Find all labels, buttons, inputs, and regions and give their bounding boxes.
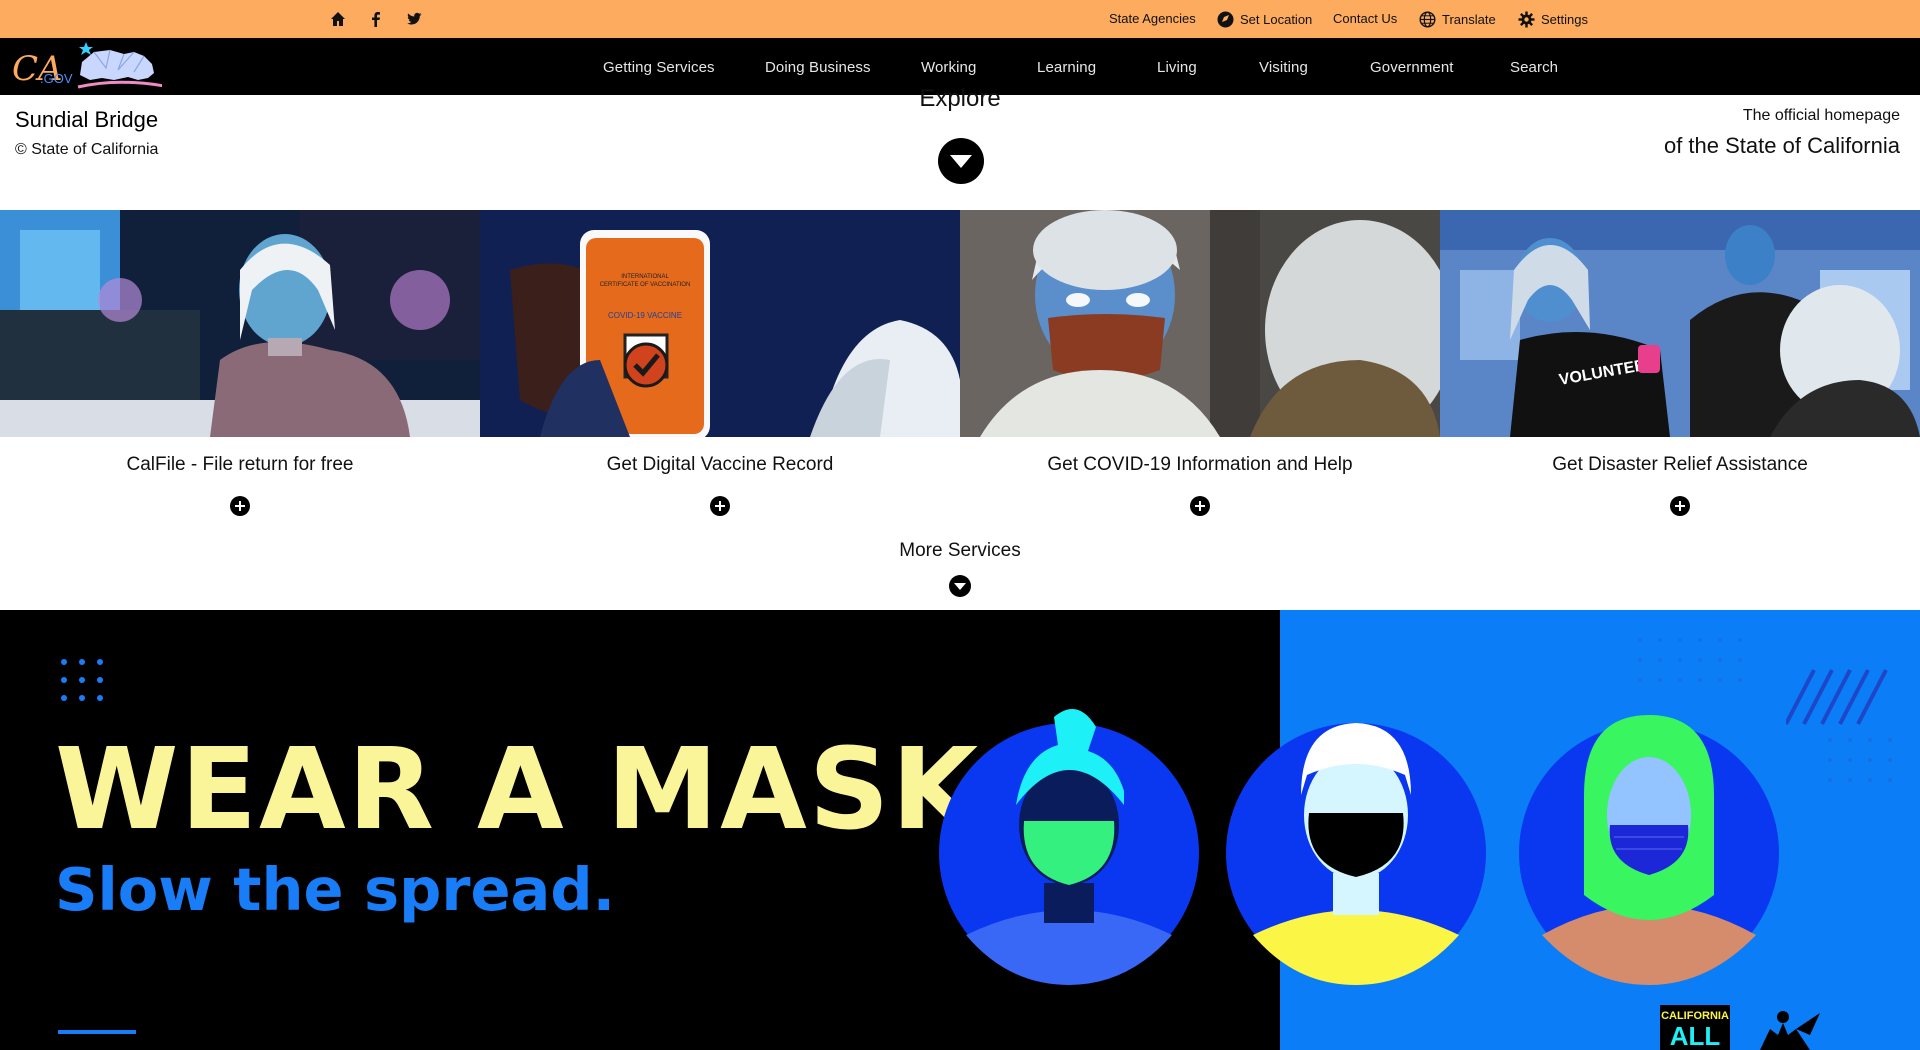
state-agencies-label: State Agencies: [1109, 11, 1196, 26]
image-caption-copyright: © State of California: [15, 141, 159, 158]
service-cards: CalFile - File return for free INTERNATI…: [0, 210, 1920, 610]
service-card-title[interactable]: Get COVID-19 Information and Help: [960, 454, 1440, 476]
svg-text:.GOV: .GOV: [40, 71, 73, 86]
gear-icon: [1518, 11, 1535, 28]
service-card-title[interactable]: CalFile - File return for free: [0, 454, 480, 476]
location-icon: [1217, 11, 1234, 28]
masked-person-2-illustration: [1226, 723, 1486, 985]
explore-label: Explore: [919, 85, 1001, 112]
more-services-link[interactable]: More Services: [0, 540, 1920, 562]
official-homepage-line2: of the State of California: [1663, 133, 1900, 158]
svg-text:COVID-19 VACCINE: COVID-19 VACCINE: [608, 311, 682, 320]
banner-subhead: Slow the spread.: [55, 855, 615, 924]
translate-link[interactable]: Translate: [1419, 11, 1496, 28]
service-card-title[interactable]: Get Digital Vaccine Record: [480, 454, 960, 476]
expand-plus-icon[interactable]: [1190, 496, 1210, 516]
official-homepage-line1: The official homepage: [1742, 107, 1900, 124]
translate-label: Translate: [1442, 12, 1496, 27]
nav-doing-business[interactable]: Doing Business: [765, 59, 871, 76]
stripe-decoration: [1786, 669, 1888, 725]
state-agencies-link[interactable]: State Agencies: [1109, 11, 1196, 26]
explore-chevron-down-icon[interactable]: [938, 138, 984, 184]
disaster-relief-photo: VOLUNTEER: [1440, 210, 1920, 437]
svg-text:INTERNATIONAL: INTERNATIONAL: [621, 274, 669, 280]
dot-grid-decoration: [61, 659, 103, 701]
globe-icon: [1419, 11, 1436, 28]
service-card-title[interactable]: Get Disaster Relief Assistance: [1440, 454, 1920, 476]
banner-rule: [58, 1030, 136, 1034]
covid-info-photo: [960, 210, 1440, 437]
expand-plus-icon[interactable]: [1670, 496, 1690, 516]
explore-section: Sundial Bridge © State of California Exp…: [0, 85, 1920, 210]
masked-person-3-illustration: [1519, 715, 1779, 985]
nav-learning[interactable]: Learning: [1037, 59, 1096, 76]
nav-government[interactable]: Government: [1370, 59, 1454, 76]
nav-working[interactable]: Working: [921, 59, 976, 76]
svg-text:CERTIFICATE OF VACCINATION: CERTIFICATE OF VACCINATION: [600, 282, 691, 288]
nav-search[interactable]: Search: [1510, 59, 1558, 76]
contact-us-link[interactable]: Contact Us: [1333, 11, 1397, 26]
nav-visiting[interactable]: Visiting: [1259, 59, 1308, 76]
facebook-icon[interactable]: [367, 10, 385, 28]
nav-getting-services[interactable]: Getting Services: [603, 59, 715, 76]
vaccine-record-photo: INTERNATIONAL CERTIFICATE OF VACCINATION…: [480, 210, 960, 437]
california-all-logo-line2: ALL: [1670, 1021, 1721, 1050]
california-all-logo: CALIFORNIA ALL: [1660, 1005, 1820, 1050]
twitter-icon[interactable]: [405, 10, 423, 28]
expand-plus-icon[interactable]: [230, 496, 250, 516]
mask-banner[interactable]: WEAR A MASK. Slow the spread. CALIFORNIA…: [0, 610, 1920, 1050]
settings-label: Settings: [1541, 12, 1588, 27]
utility-bar: State Agencies Set Location Contact Us T…: [0, 0, 1920, 38]
nav-living[interactable]: Living: [1157, 59, 1197, 76]
banner-headline: WEAR A MASK.: [55, 725, 1025, 855]
contact-us-label: Contact Us: [1333, 11, 1398, 26]
expand-plus-icon[interactable]: [710, 496, 730, 516]
set-location-label: Set Location: [1240, 12, 1313, 27]
more-services-chevron-down-icon[interactable]: [949, 575, 971, 597]
settings-link[interactable]: Settings: [1518, 11, 1588, 28]
set-location-link[interactable]: Set Location: [1217, 11, 1312, 28]
home-icon[interactable]: [329, 10, 347, 28]
calfile-photo: [0, 210, 480, 437]
masked-person-1-illustration: [939, 709, 1199, 985]
